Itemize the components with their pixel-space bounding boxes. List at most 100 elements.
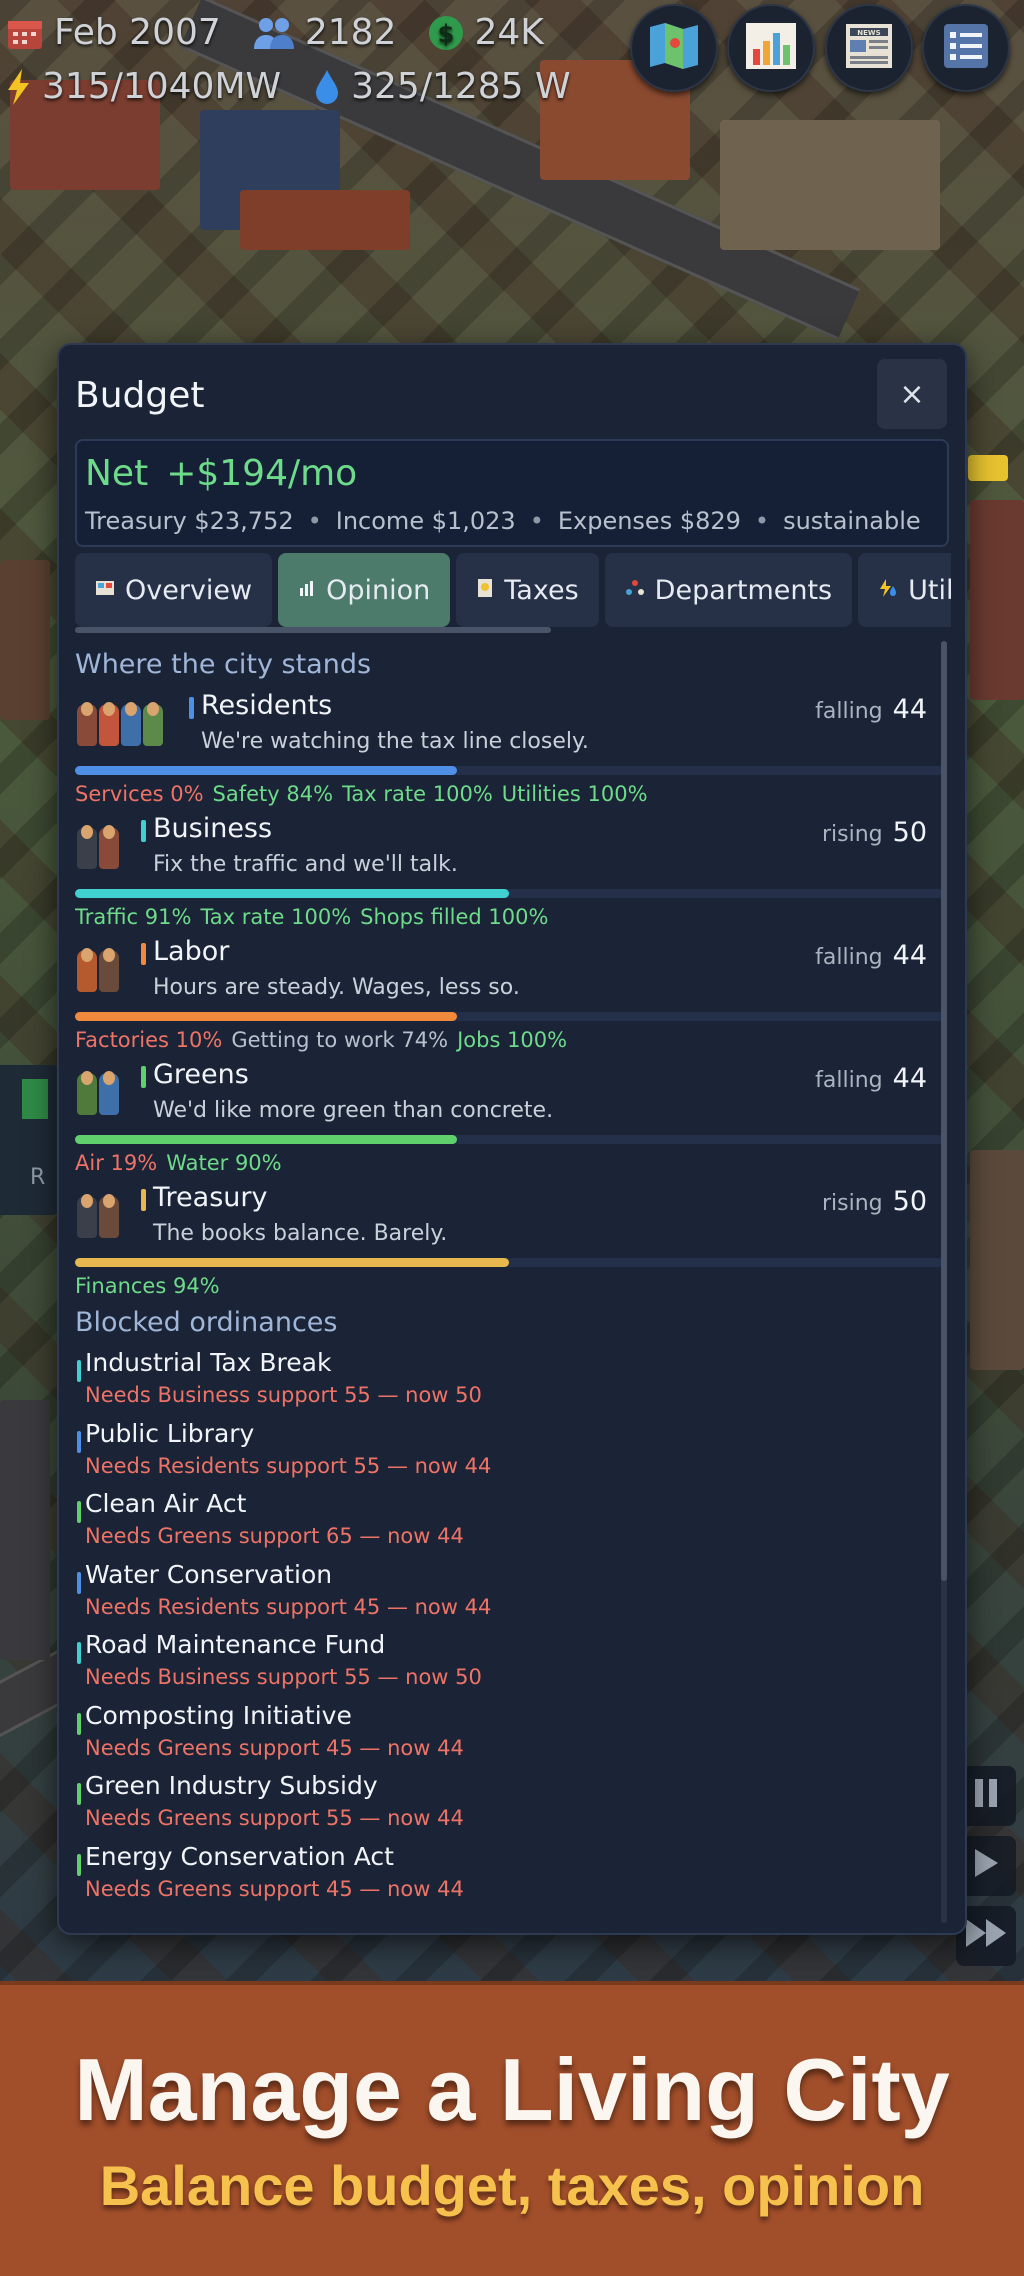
ordinance-item[interactable]: Road Maintenance Fund Needs Business supp… bbox=[75, 1630, 943, 1701]
taxes-icon bbox=[476, 578, 494, 603]
side-toolbar[interactable]: R bbox=[0, 1065, 60, 1215]
play-icon bbox=[972, 1847, 1000, 1886]
tab-label: Departments bbox=[654, 574, 833, 606]
tab-label: Taxes bbox=[504, 574, 579, 606]
ordinance-name: Clean Air Act bbox=[85, 1489, 247, 1518]
top-hud: Feb 2007 2182 $ 24K 315/1040MW 325/1285 bbox=[0, 0, 1024, 110]
labor-avatars-icon bbox=[77, 948, 119, 992]
faction-name: Greens bbox=[153, 1059, 249, 1090]
overview-icon bbox=[95, 579, 115, 602]
ordinance-name: Industrial Tax Break bbox=[85, 1348, 332, 1377]
support-bar bbox=[75, 889, 943, 898]
ordinance-item[interactable]: Water Conservation Needs Residents suppor… bbox=[75, 1560, 943, 1631]
departments-icon bbox=[625, 579, 645, 602]
hud-power: 315/1040MW bbox=[42, 66, 282, 107]
news-button[interactable]: NEWS bbox=[825, 4, 913, 92]
stats-button[interactable] bbox=[727, 4, 815, 92]
factor: Shops filled 100% bbox=[360, 905, 549, 929]
pause-icon bbox=[973, 1777, 999, 1816]
support-bar-fill bbox=[75, 889, 509, 898]
map-button[interactable] bbox=[630, 4, 718, 92]
ordinance-color-tick bbox=[77, 1430, 81, 1453]
ordinance-name: Energy Conservation Act bbox=[85, 1841, 394, 1871]
net-summary: Net +$194/mo Treasury $23,752 • Income $1,0… bbox=[75, 439, 949, 547]
support-bar bbox=[75, 766, 943, 775]
faction-name: Residents bbox=[201, 690, 333, 721]
ordinance-color-tick bbox=[77, 1853, 81, 1876]
ordinance-requirement: Needs Business support 55 — now 50 bbox=[85, 1665, 482, 1689]
promo-headline: Manage a Living City bbox=[74, 2040, 950, 2139]
tab-label: Overview bbox=[125, 574, 253, 606]
ordinance-item[interactable]: Composting Initiative Needs Greens suppor… bbox=[75, 1701, 943, 1772]
trend-label: falling bbox=[815, 699, 883, 724]
svg-text:$: $ bbox=[438, 20, 455, 48]
trend-label: rising bbox=[822, 1191, 883, 1216]
ordinance-item[interactable]: Energy Conservation Act Needs Greens supp… bbox=[75, 1842, 943, 1913]
ordinance-requirement: Needs Greens support 65 — now 44 bbox=[85, 1524, 464, 1548]
faction-quote: Fix the traffic and we'll talk. bbox=[153, 852, 458, 877]
tabs-scrollbar[interactable] bbox=[75, 627, 551, 633]
tab-overview[interactable]: Overview bbox=[75, 553, 273, 627]
faction-row: Residents We're watching the tax line cl… bbox=[75, 690, 943, 813]
residents-avatars-icon bbox=[77, 702, 163, 746]
population-icon bbox=[253, 16, 295, 50]
support-bar bbox=[75, 1258, 943, 1267]
faction-score: 50 bbox=[892, 817, 927, 848]
menu-button[interactable] bbox=[922, 4, 1010, 92]
hud-money: 24K bbox=[474, 12, 544, 53]
building bbox=[240, 190, 410, 250]
ordinance-name: Public Library bbox=[85, 1418, 255, 1448]
ordinance-requirement: Needs Greens support 45 — now 44 bbox=[85, 1735, 464, 1760]
net-label: Net bbox=[85, 453, 149, 494]
tab-utilities[interactable]: Utilities bbox=[858, 553, 951, 627]
treasury-value: Treasury $23,752 bbox=[85, 507, 294, 535]
ordinance-requirement: Needs Greens support 55 — now 44 bbox=[85, 1806, 464, 1830]
trend-label: rising bbox=[822, 822, 883, 847]
ordinance-item[interactable]: Green Industry Subsidy Needs Greens suppo… bbox=[75, 1771, 943, 1842]
side-indicator bbox=[22, 1079, 48, 1119]
close-icon: × bbox=[899, 376, 925, 412]
money-icon: $ bbox=[428, 15, 464, 51]
support-bar-fill bbox=[75, 766, 457, 775]
news-icon: NEWS bbox=[842, 21, 896, 75]
factor: Factories 10% bbox=[75, 1028, 223, 1052]
building bbox=[720, 120, 940, 250]
tab-taxes[interactable]: Taxes bbox=[456, 553, 599, 627]
ordinance-item[interactable]: Clean Air Act Needs Greens support 65 — n… bbox=[75, 1489, 943, 1560]
panel-scrollbar[interactable] bbox=[941, 641, 947, 1923]
ordinance-item[interactable]: Public Library Needs Residents support 55… bbox=[75, 1419, 943, 1490]
factor: Air 19% bbox=[75, 1151, 158, 1175]
greens-avatars-icon bbox=[77, 1071, 119, 1115]
faction-quote: The books balance. Barely. bbox=[153, 1221, 448, 1246]
opinion-panel: Where the city stands Residents We're wa… bbox=[75, 641, 943, 1923]
ordinance-requirement: Needs Residents support 45 — now 44 bbox=[85, 1594, 492, 1619]
close-button[interactable]: × bbox=[877, 359, 947, 429]
factor: Water 90% bbox=[166, 1151, 282, 1175]
hud-row-main: Feb 2007 2182 $ 24K bbox=[6, 12, 566, 53]
factor: Services 0% bbox=[75, 782, 204, 806]
treasury-avatars-icon bbox=[77, 1194, 119, 1238]
faction-score: 44 bbox=[892, 940, 927, 971]
section-heading: Where the city stands bbox=[75, 649, 372, 680]
budget-status: sustainable bbox=[783, 507, 921, 535]
side-label: R bbox=[30, 1165, 46, 1190]
promo-subline: Balance budget, taxes, opinion bbox=[99, 2154, 925, 2217]
scrollbar-thumb[interactable] bbox=[941, 641, 947, 1581]
fast-forward-icon bbox=[964, 1917, 1008, 1956]
building bbox=[970, 1150, 1024, 1370]
tab-opinion[interactable]: Opinion bbox=[278, 553, 451, 627]
budget-modal: Budget × Net +$194/mo Treasury $23,752 • In… bbox=[57, 343, 967, 1935]
tab-departments[interactable]: Departments bbox=[604, 553, 853, 627]
ordinance-color-tick bbox=[77, 1501, 81, 1523]
faction-factors: Traffic 91% Tax rate 100% Shops filled 100… bbox=[75, 905, 557, 929]
hud-population: 2182 bbox=[304, 12, 397, 53]
faction-color-tick bbox=[141, 1066, 146, 1088]
tab-label: Opinion bbox=[326, 574, 431, 606]
ordinance-item[interactable]: Industrial Tax Break Needs Business suppo… bbox=[75, 1348, 943, 1419]
ordinance-color-tick bbox=[77, 1783, 81, 1805]
separator: • bbox=[754, 507, 770, 535]
ordinance-name: Water Conservation bbox=[85, 1559, 333, 1589]
support-bar-fill bbox=[75, 1012, 457, 1021]
ordinance-color-tick bbox=[77, 1571, 81, 1594]
power-icon bbox=[6, 68, 32, 106]
